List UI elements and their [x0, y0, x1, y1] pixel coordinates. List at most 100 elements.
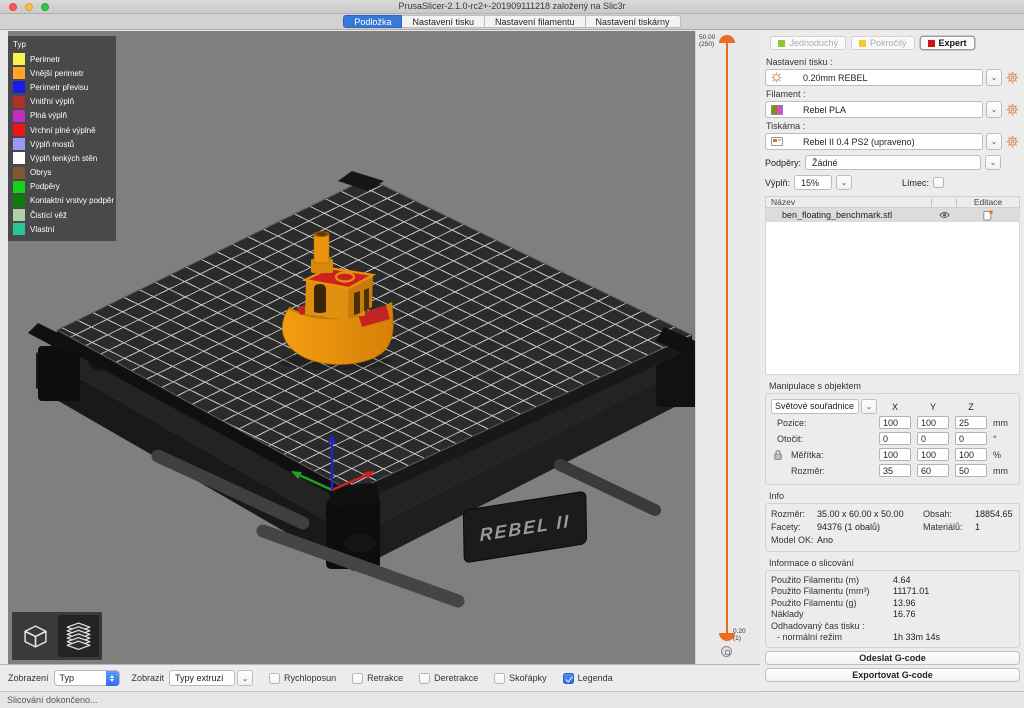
filament-color-icon: [770, 105, 783, 115]
color-swatch: [13, 223, 25, 235]
slider-min-label: 0.20 (1): [733, 628, 746, 642]
tab-printer-settings[interactable]: Nastavení tiskárny: [586, 15, 681, 28]
show-features-combo[interactable]: Typy extruzí: [169, 670, 235, 686]
travel-check: Rychloposun: [269, 673, 336, 684]
size-label: Rozměr:: [771, 466, 825, 476]
filament-label: Filament :: [766, 89, 1018, 99]
size-y-input[interactable]: [917, 464, 949, 477]
filament-combo[interactable]: Rebel PLA: [765, 101, 983, 118]
travel-checkbox[interactable]: [269, 673, 280, 684]
legend-item: Vrchní plné výplně: [13, 123, 111, 137]
gear-icon: [1006, 71, 1019, 84]
object-visibility-toggle[interactable]: [932, 211, 957, 219]
rotate-y-input[interactable]: [917, 432, 949, 445]
color-swatch: [13, 138, 25, 150]
legend-item: Kontaktní vrstvy podpěr: [13, 194, 111, 208]
mode-expert-button[interactable]: Expert: [920, 36, 975, 50]
object-list-row[interactable]: ben_floating_benchmark.stl: [766, 208, 1019, 222]
cube-icon: [22, 623, 49, 650]
close-window-icon[interactable]: [9, 3, 17, 11]
retractions-checkbox[interactable]: [352, 673, 363, 684]
print-settings-combo[interactable]: 0.20mm REBEL: [765, 69, 983, 86]
coordinates-dropdown-button[interactable]: ⌄: [861, 399, 877, 414]
position-x-input[interactable]: [879, 416, 911, 429]
print-settings-edit-button[interactable]: [1005, 70, 1020, 86]
print-settings-gear-icon: [770, 72, 783, 83]
filament-dropdown-button[interactable]: ⌄: [986, 101, 1002, 118]
printer-combo[interactable]: Rebel II 0.4 PS2 (upraveno): [765, 133, 983, 150]
position-label: Pozice:: [771, 418, 807, 428]
supports-combo[interactable]: Žádné: [805, 155, 981, 170]
scale-z-input[interactable]: [955, 448, 987, 461]
size-x-input[interactable]: [879, 464, 911, 477]
legend-item: Vnitřní výplň: [13, 95, 111, 109]
mode-advanced-button[interactable]: Pokročilý: [851, 36, 915, 50]
legend-checkbox[interactable]: [563, 673, 574, 684]
filament-used-m: 4.64: [893, 575, 1014, 585]
print-settings-dropdown-button[interactable]: ⌄: [986, 69, 1002, 86]
legend-item: Výplň mostů: [13, 137, 111, 151]
show-features-dropdown-button[interactable]: ⌄: [237, 670, 253, 686]
infill-dropdown-button[interactable]: ⌄: [836, 175, 852, 190]
preview-layers-view-button[interactable]: [58, 615, 99, 657]
axis-z-header: Z: [955, 402, 987, 412]
rotate-x-input[interactable]: [879, 432, 911, 445]
scale-x-input[interactable]: [879, 448, 911, 461]
slider-lock-icon[interactable]: [721, 646, 732, 657]
position-y-input[interactable]: [917, 416, 949, 429]
zoom-window-icon[interactable]: [41, 3, 49, 11]
minimize-window-icon[interactable]: [25, 3, 33, 11]
main-tabbar: Podložka Nastavení tisku Nastavení filam…: [0, 14, 1024, 30]
infill-combo[interactable]: 15%: [794, 175, 832, 190]
filament-edit-button[interactable]: [1005, 102, 1020, 118]
view-type-select[interactable]: Typ: [54, 670, 120, 686]
shells-checkbox[interactable]: [494, 673, 505, 684]
layers-icon: [64, 622, 93, 651]
legend-item: Podpěry: [13, 180, 111, 194]
axis-y-header: Y: [917, 402, 949, 412]
scale-y-input[interactable]: [917, 448, 949, 461]
size-z-input[interactable]: [955, 464, 987, 477]
print-settings-label: Nastavení tisku :: [766, 57, 1018, 67]
supports-dropdown-button[interactable]: ⌄: [985, 155, 1001, 170]
titlebar: PrusaSlicer-2.1.0-rc2+-201909111218 zalo…: [0, 0, 1024, 14]
window-title: PrusaSlicer-2.1.0-rc2+-201909111218 zalo…: [0, 0, 1024, 13]
legend-item: Perimetr převisu: [13, 80, 111, 94]
unretractions-checkbox[interactable]: [419, 673, 430, 684]
edit-object-icon: [983, 210, 993, 221]
object-edit-button[interactable]: [957, 210, 1019, 221]
send-gcode-button[interactable]: Odeslat G-code: [765, 651, 1020, 665]
printer-edit-button[interactable]: [1005, 134, 1020, 150]
info-title: Info: [769, 491, 1020, 501]
tab-filament-settings[interactable]: Nastavení filamentu: [485, 15, 586, 28]
object-materials: 1: [975, 522, 1014, 532]
mode-simple-button[interactable]: Jednoduchý: [770, 36, 846, 50]
filament-used-g: 13.96: [893, 598, 1014, 608]
brim-checkbox[interactable]: [933, 177, 944, 188]
benchy-model: [282, 231, 393, 364]
color-swatch: [13, 167, 25, 179]
column-name: Název: [766, 197, 931, 207]
position-z-input[interactable]: [955, 416, 987, 429]
rotate-z-input[interactable]: [955, 432, 987, 445]
color-swatch: [13, 81, 25, 93]
tab-plater[interactable]: Podložka: [343, 15, 402, 28]
status-text: Slicování dokončeno...: [7, 695, 98, 705]
printer-icon: [770, 137, 783, 146]
coordinates-select[interactable]: Světové souřadnice: [771, 399, 859, 414]
right-sidebar: Jednoduchý Pokročilý Expert Nastavení ti…: [760, 31, 1024, 690]
estimated-time: 1h 33m 14s: [893, 632, 1014, 642]
color-swatch: [13, 152, 25, 164]
column-edit: Editace: [957, 197, 1019, 207]
3d-viewport[interactable]: REBEL II Typ Perimetr Vnější perimetr Pe…: [8, 31, 695, 664]
printer-dropdown-button[interactable]: ⌄: [986, 133, 1002, 150]
retractions-check: Retrakce: [352, 673, 403, 684]
layer-slider-track[interactable]: [726, 42, 728, 634]
color-swatch: [13, 209, 25, 221]
uniform-scale-lock-icon[interactable]: [774, 450, 782, 462]
tab-print-settings[interactable]: Nastavení tisku: [402, 15, 485, 28]
layer-slider-upper-handle[interactable]: [719, 35, 735, 43]
legend-item: Perimetr: [13, 52, 111, 66]
3d-editor-view-button[interactable]: [15, 615, 56, 657]
export-gcode-button[interactable]: Exportovat G-code: [765, 668, 1020, 682]
